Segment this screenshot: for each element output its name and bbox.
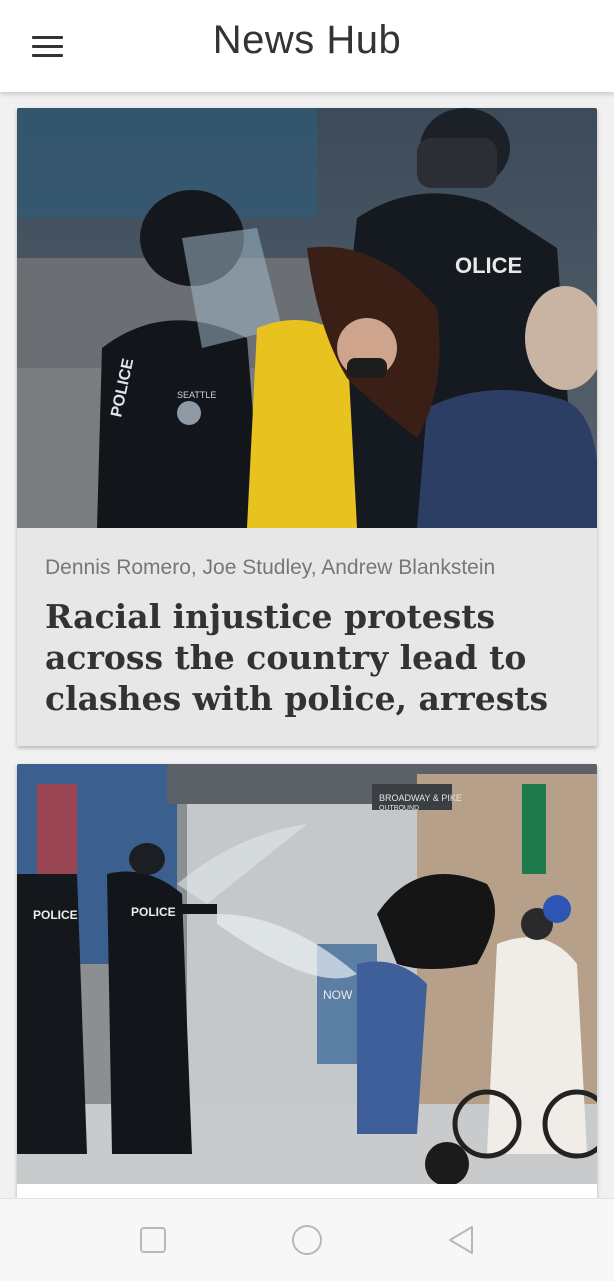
article-authors: Dennis Romero, Joe Studley, Andrew Blank…	[45, 556, 496, 579]
news-feed[interactable]: OLICE POLICE SEATTLE Dennis Romero, Joe …	[0, 92, 614, 1198]
svg-text:BROADWAY & PIKE: BROADWAY & PIKE	[379, 793, 462, 803]
article-meta: Dennis Romero, Joe Studley, Andrew Blank…	[17, 528, 597, 719]
svg-text:NOW: NOW	[323, 988, 353, 1002]
article-image[interactable]: BROADWAY & PIKE OUTBOUND NOW POLICE POLI…	[17, 764, 597, 1184]
circle-icon[interactable]	[290, 1223, 324, 1257]
square-icon[interactable]	[136, 1223, 170, 1257]
svg-text:POLICE: POLICE	[131, 905, 176, 919]
app-title: News Hub	[212, 18, 402, 62]
svg-text:SEATTLE: SEATTLE	[177, 390, 216, 400]
system-nav-bar	[0, 1198, 614, 1281]
article-card[interactable]: BROADWAY & PIKE OUTBOUND NOW POLICE POLI…	[17, 764, 597, 1198]
svg-text:OUTBOUND: OUTBOUND	[379, 805, 419, 812]
triangle-back-icon[interactable]	[444, 1223, 478, 1257]
svg-text:OLICE: OLICE	[455, 253, 522, 278]
article-headline[interactable]: Racial injustice protests across the cou…	[45, 596, 569, 719]
app-bar: News Hub	[0, 0, 614, 92]
article-card[interactable]: OLICE POLICE SEATTLE Dennis Romero, Joe …	[17, 108, 597, 746]
article-image[interactable]: OLICE POLICE SEATTLE	[17, 108, 597, 528]
svg-text:POLICE: POLICE	[33, 908, 78, 922]
